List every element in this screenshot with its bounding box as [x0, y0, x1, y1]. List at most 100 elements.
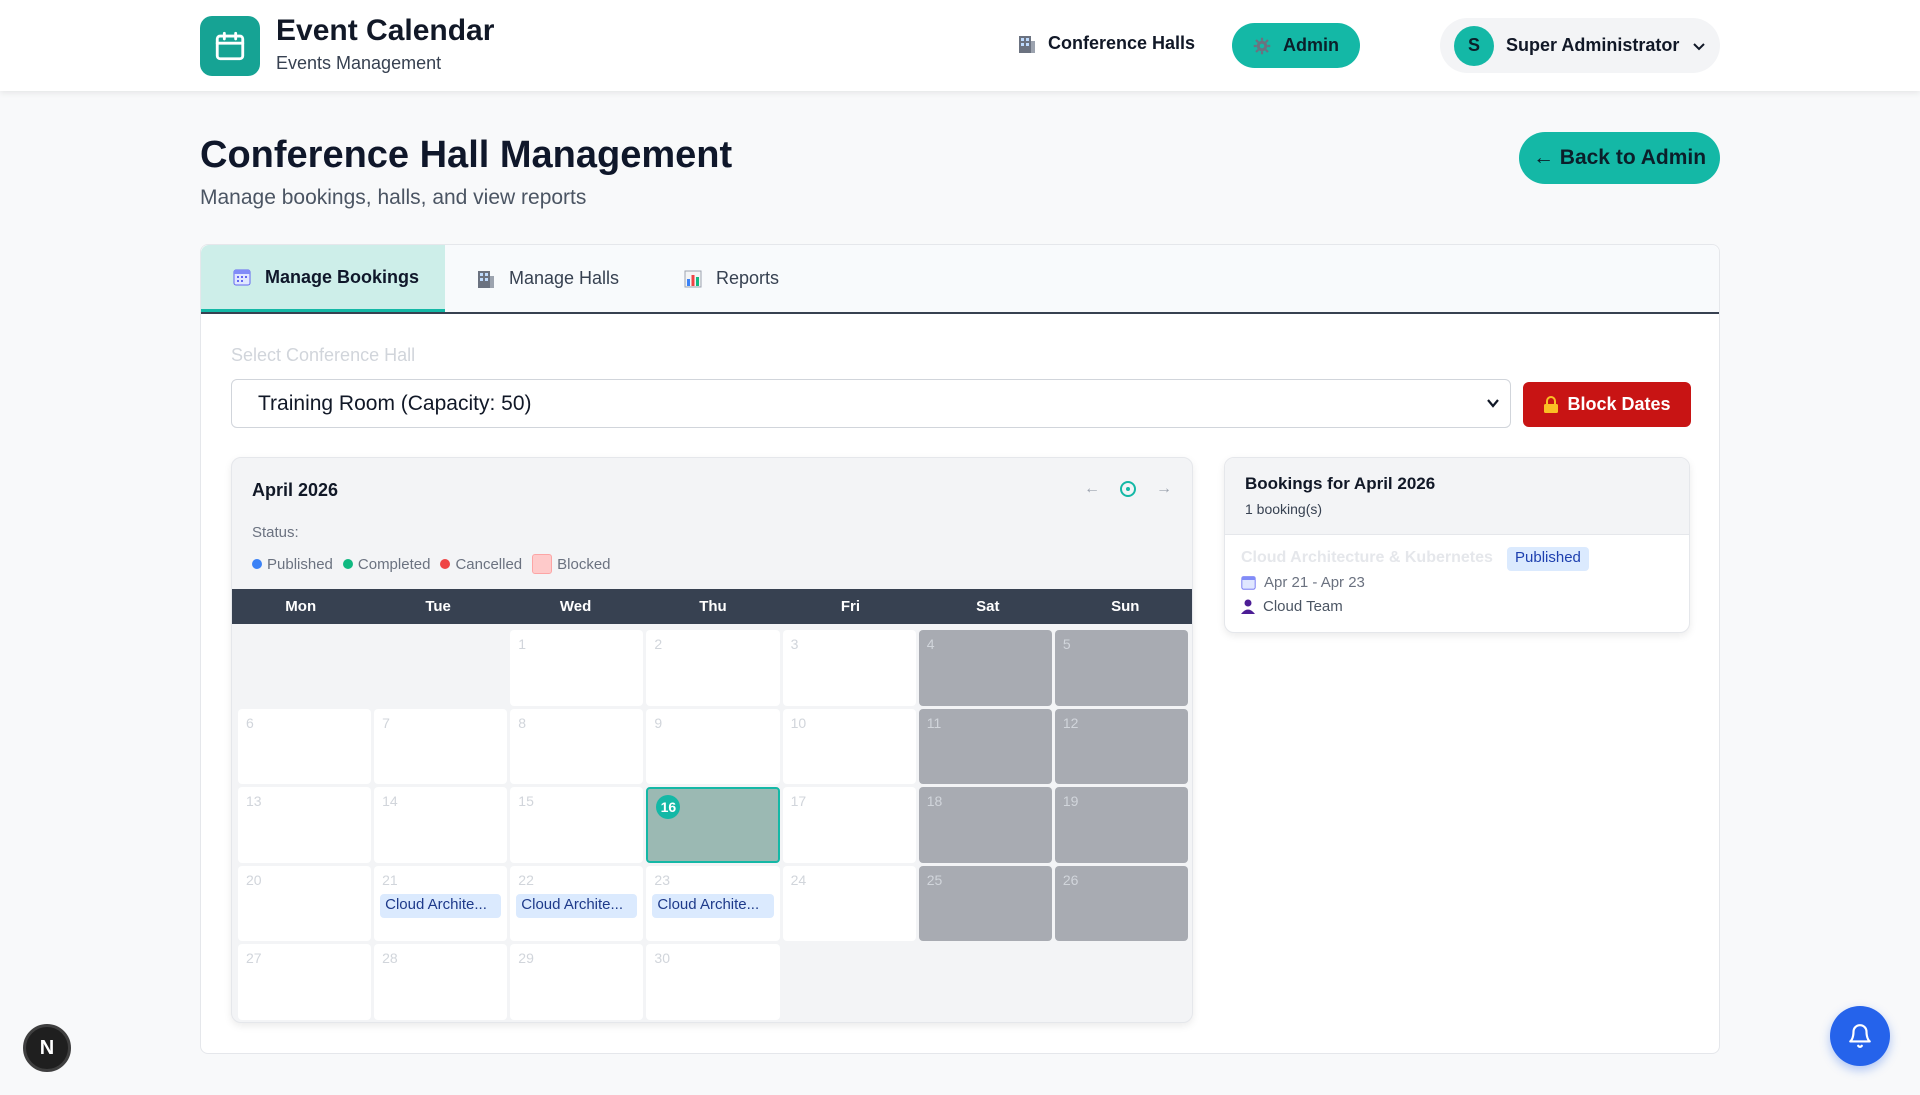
calendar-event-chip[interactable]: Cloud Archite... — [516, 893, 638, 918]
calendar-day-blocked[interactable]: 12 — [1054, 708, 1188, 785]
calendar-day[interactable]: 21 Cloud Archite... — [374, 865, 508, 942]
calendar-day-blocked[interactable]: 5 — [1054, 630, 1188, 706]
building-icon — [1019, 35, 1035, 53]
calendar-day-blocked[interactable]: 19 — [1054, 787, 1188, 863]
calendar-day[interactable]: 23 Cloud Archite... — [646, 865, 780, 942]
booking-organizer: Cloud Team — [1241, 598, 1343, 615]
calendar-day[interactable]: 3 — [782, 630, 916, 706]
calendar-day[interactable]: 22 Cloud Archite... — [510, 865, 644, 942]
tab-manage-halls-label: Manage Halls — [509, 268, 620, 288]
calendar-day-empty — [238, 630, 372, 706]
calendar-day-empty — [1054, 944, 1188, 1020]
weekday-header: Mon Tue Wed Thu Fri Sat Sun — [232, 589, 1192, 624]
calendar-day-today[interactable]: 16 — [646, 787, 780, 863]
bar-chart-icon — [684, 270, 702, 287]
calendar-day[interactable]: 9 — [646, 708, 780, 785]
calendar-day[interactable]: 1 — [510, 630, 644, 706]
calendar-day[interactable]: 8 — [510, 708, 644, 785]
cancelled-dot-icon — [440, 559, 451, 569]
calendar-day[interactable]: 14 — [374, 787, 508, 863]
calendar-icon — [233, 269, 251, 286]
hall-select-label: Select Conference Hall — [231, 345, 416, 365]
calendar-day[interactable]: 20 — [238, 865, 372, 942]
legend-completed: Completed — [342, 555, 431, 573]
legend-blocked: Blocked — [532, 554, 611, 574]
tab-reports-label: Reports — [716, 268, 780, 288]
calendar-event-chip[interactable]: Cloud Archite... — [652, 893, 774, 918]
bell-icon — [1849, 1024, 1871, 1048]
blocked-swatch-icon — [532, 554, 553, 574]
booking-dates: Apr 21 - Apr 23 — [1241, 574, 1365, 591]
app-subtitle: Events Management — [276, 53, 442, 73]
calendar-day-blocked[interactable]: 11 — [918, 708, 1052, 785]
weekday-mon: Mon — [285, 598, 317, 615]
back-to-admin-button[interactable]: ← Back to Admin — [1519, 132, 1720, 184]
weekday-sun: Sun — [1111, 598, 1140, 615]
legend-published: Published — [252, 556, 333, 573]
nav-admin-label: Admin — [1283, 35, 1339, 55]
calendar-day-empty — [374, 630, 508, 706]
notifications-button[interactable] — [1830, 1006, 1890, 1066]
booking-event-name[interactable]: Cloud Architecture & Kubernetes — [1241, 549, 1493, 567]
calendar-day[interactable]: 30 — [646, 944, 780, 1020]
calendar-day[interactable]: 2 — [646, 630, 780, 706]
legend-published-label: Published — [267, 555, 333, 573]
today-icon[interactable] — [1120, 481, 1136, 497]
weekday-tue: Tue — [425, 598, 451, 615]
calendar-day[interactable]: 17 — [782, 787, 916, 863]
booking-organizer-label: Cloud Team — [1263, 598, 1343, 615]
calendar-day-blocked[interactable]: 4 — [918, 630, 1052, 706]
prev-month-button[interactable]: ← — [1084, 480, 1100, 498]
dev-tools-badge[interactable]: N — [23, 1024, 71, 1072]
calendar-day-blocked[interactable]: 25 — [918, 865, 1052, 942]
gear-icon — [1253, 37, 1271, 54]
tab-manage-bookings[interactable]: Manage Bookings — [201, 245, 445, 312]
calendar-grid: 1 2 3 4 5 6 7 8 9 10 11 12 13 14 15 16 1… — [238, 630, 1188, 1020]
calendar-day[interactable]: 15 — [510, 787, 644, 863]
hall-select[interactable]: Training Room (Capacity: 50) — [231, 379, 1511, 428]
user-icon — [1241, 599, 1255, 614]
calendar-day-blocked[interactable]: 18 — [918, 787, 1052, 863]
avatar: S — [1454, 25, 1494, 66]
calendar-event-chip[interactable]: Cloud Archite... — [380, 893, 502, 918]
calendar-day[interactable]: 28 — [374, 944, 508, 1020]
tab-reports[interactable]: Reports — [684, 245, 779, 312]
weekday-fri: Fri — [840, 598, 860, 615]
calendar-day[interactable]: 29 — [510, 944, 644, 1020]
calendar-day[interactable]: 24 — [782, 865, 916, 942]
app-title[interactable]: Event Calendar — [276, 14, 494, 48]
tab-manage-bookings-label: Manage Bookings — [265, 266, 420, 287]
hall-select-value: Training Room (Capacity: 50) — [258, 391, 532, 415]
bookings-count: 1 booking(s) — [1245, 501, 1323, 517]
legend-blocked-label: Blocked — [557, 555, 611, 573]
calendar-day-blocked[interactable]: 26 — [1054, 865, 1188, 942]
calendar-day-empty — [782, 944, 916, 1020]
nav-conference-halls[interactable]: Conference Halls — [1018, 33, 1195, 54]
calendar-icon — [1241, 576, 1256, 590]
calendar-day[interactable]: 7 — [374, 708, 508, 785]
calendar-day[interactable]: 13 — [238, 787, 372, 863]
status-legend: Published Completed Cancelled Blocked — [252, 554, 611, 574]
management-card: Manage Bookings Manage Halls Reports Sel… — [200, 244, 1720, 1054]
calendar-day[interactable]: 10 — [782, 708, 916, 785]
next-month-button[interactable]: → — [1156, 480, 1172, 498]
bookings-header: Bookings for April 2026 1 booking(s) — [1225, 458, 1689, 535]
calendar-day[interactable]: 6 — [238, 708, 372, 785]
tab-bar: Manage Bookings Manage Halls Reports — [201, 245, 1719, 314]
page-subtitle: Manage bookings, halls, and view reports — [200, 186, 587, 209]
weekday-wed: Wed — [559, 598, 592, 615]
top-navbar: Event Calendar Events Management Confere… — [0, 0, 1920, 91]
calendar-panel: April 2026 ← → Status: Published Complet… — [231, 457, 1193, 1023]
block-dates-label: Block Dates — [1567, 394, 1671, 414]
legend-completed-label: Completed — [357, 555, 431, 573]
calendar-day[interactable]: 27 — [238, 944, 372, 1020]
chevron-down-icon — [1487, 399, 1499, 408]
calendar-logo-icon[interactable] — [200, 16, 260, 76]
calendar-day-empty — [918, 944, 1052, 1020]
block-dates-button[interactable]: Block Dates — [1523, 382, 1691, 427]
building-icon — [478, 270, 494, 288]
tab-manage-halls[interactable]: Manage Halls — [477, 245, 619, 312]
today-number: 16 — [656, 795, 681, 820]
nav-admin-button[interactable]: Admin — [1232, 23, 1360, 68]
user-menu[interactable]: S Super Administrator — [1440, 18, 1720, 73]
